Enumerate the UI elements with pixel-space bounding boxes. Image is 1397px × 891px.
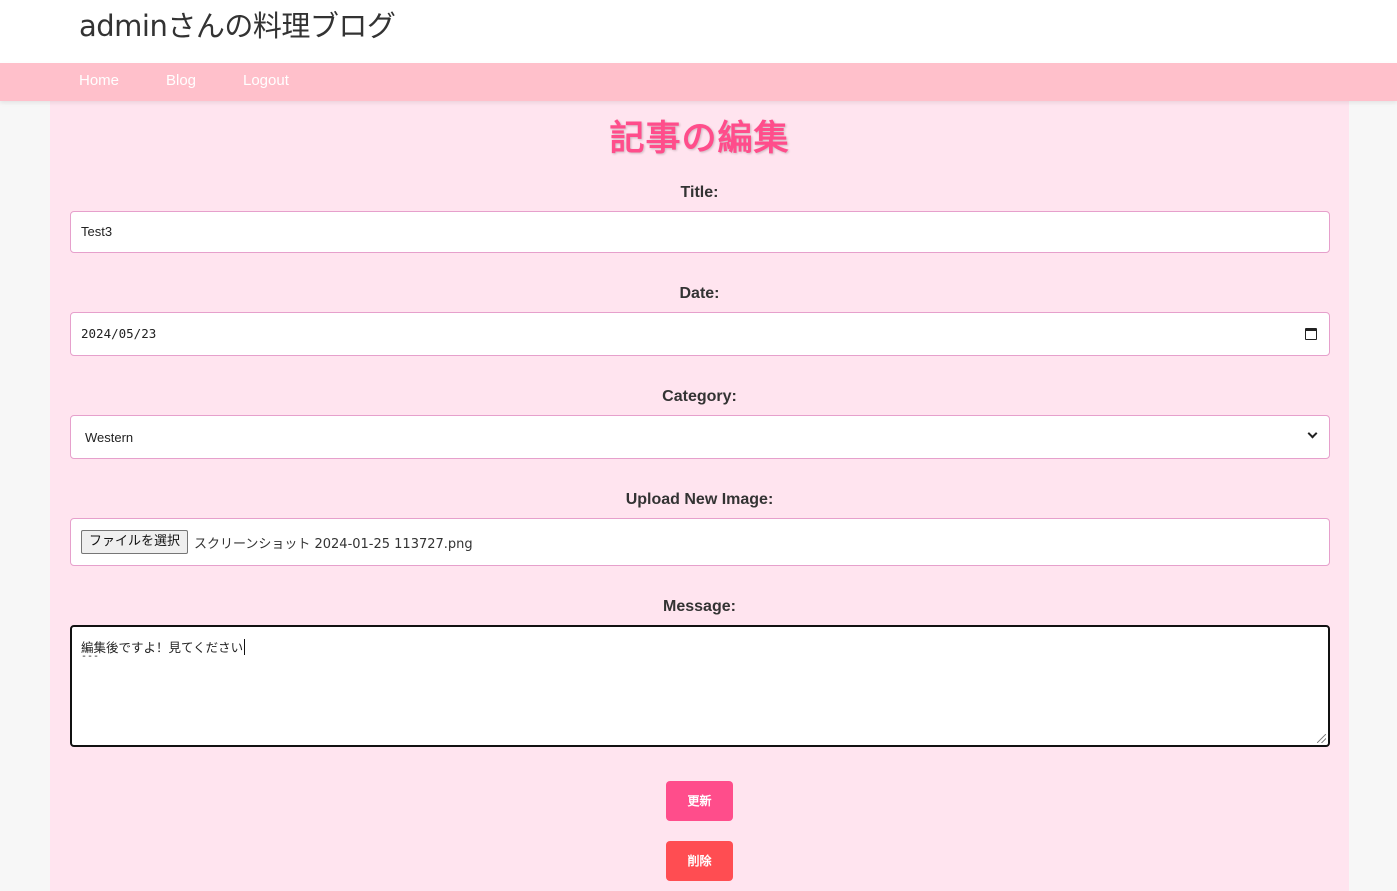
delete-button[interactable]: 削除 [666, 841, 733, 881]
page-title: 記事の編集 [609, 119, 790, 159]
site-header: adminさんの料理ブログ [0, 0, 1397, 63]
edit-form-panel: 記事の編集 Title: Test3 Date: 2024/05/23 Cate… [50, 101, 1349, 891]
title-label: Title: [680, 184, 719, 201]
calendar-icon[interactable] [1305, 328, 1317, 340]
nav-blog-link[interactable]: Blog [166, 72, 196, 89]
message-textarea[interactable]: 編集後ですよ！見てください --- [70, 625, 1330, 747]
nav-home-link[interactable]: Home [79, 72, 119, 89]
title-input-value: Test3 [81, 224, 113, 239]
category-select-value: Western [85, 430, 134, 445]
date-label: Date: [679, 285, 720, 302]
selected-file-name: スクリーンショット 2024-01-25 113727.png [194, 537, 473, 552]
image-upload-field: ファイルを選択 スクリーンショット 2024-01-25 113727.png [70, 518, 1330, 566]
message-text-line: 編集後ですよ！見てください [81, 637, 246, 656]
date-input[interactable]: 2024/05/23 [70, 312, 1330, 356]
title-input[interactable]: Test3 [70, 211, 1330, 253]
update-button[interactable]: 更新 [666, 781, 733, 821]
date-input-value: 2024/05/23 [81, 326, 157, 341]
chevron-down-icon [1307, 428, 1318, 439]
navbar: Home Blog Logout [0, 63, 1397, 101]
message-text: 編集後ですよ！見てください [81, 640, 244, 655]
image-label: Upload New Image: [625, 491, 774, 508]
resize-handle-icon[interactable] [1317, 734, 1326, 743]
text-caret [244, 639, 246, 655]
message-label: Message: [663, 598, 736, 615]
site-title: adminさんの料理ブログ [79, 9, 396, 43]
category-label: Category: [662, 388, 737, 405]
message-text-line-2: --- [81, 651, 100, 662]
choose-file-button[interactable]: ファイルを選択 [81, 530, 189, 554]
category-select[interactable]: Western [70, 415, 1330, 459]
nav-logout-link[interactable]: Logout [243, 72, 289, 89]
